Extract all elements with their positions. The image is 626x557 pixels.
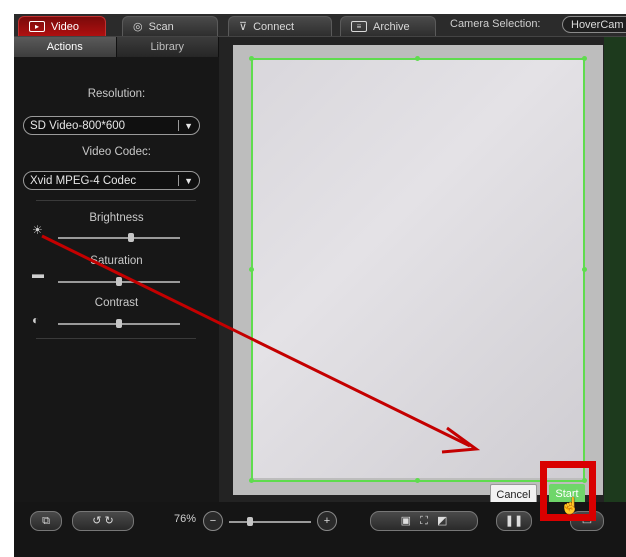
- crop-handle[interactable]: [249, 56, 254, 61]
- contrast-label: Contrast: [94, 297, 139, 309]
- tab-connect[interactable]: ⊽ Connect: [228, 16, 332, 36]
- camera-selection-dropdown[interactable]: HoverCam T: [562, 16, 626, 33]
- video-icon: ▸: [29, 21, 45, 32]
- top-tab-bar: ▸ Video ◎ Scan ⊽ Connect ≡ Archive Camer…: [14, 14, 626, 37]
- left-control-panel: Actions Library Resolution: SD Video-800…: [14, 37, 219, 502]
- actual-size-icon[interactable]: ▣: [401, 515, 411, 527]
- crop-handle[interactable]: [249, 267, 254, 272]
- crop-handle[interactable]: [249, 478, 254, 483]
- fullscreen-icon[interactable]: ◩: [437, 515, 447, 527]
- bottom-toolbar: ⧉ ↺ ↻ 76% − + ▣ ⛶ ◩ ❚❚ ▭: [14, 502, 626, 557]
- brightness-icon: ☀: [32, 223, 43, 237]
- subtab-library[interactable]: Library: [116, 37, 219, 57]
- contrast-slider-knob[interactable]: [116, 319, 122, 328]
- archive-icon: ≡: [351, 21, 367, 32]
- brightness-label: Brightness: [89, 212, 144, 224]
- brightness-slider[interactable]: [58, 233, 180, 242]
- saturation-slider[interactable]: [58, 277, 180, 286]
- tab-video[interactable]: ▸ Video: [18, 16, 106, 36]
- window-icon[interactable]: ⧉: [30, 511, 62, 531]
- divider: [36, 338, 196, 339]
- chevron-down-icon: ▼: [184, 121, 193, 131]
- video-codec-select[interactable]: Xvid MPEG-4 Codec ▼: [23, 171, 200, 190]
- camera-preview: Cancel Start: [219, 37, 626, 506]
- tab-video-label: Video: [51, 20, 79, 33]
- hand-cursor-icon: ☝: [560, 498, 580, 515]
- pause-button[interactable]: ❚❚: [496, 511, 532, 531]
- rotate-buttons[interactable]: ↺ ↻: [72, 511, 134, 531]
- crop-handle[interactable]: [415, 478, 420, 483]
- scan-icon: ◎: [133, 21, 143, 33]
- resolution-select[interactable]: SD Video-800*600 ▼: [23, 116, 200, 135]
- zoom-slider-knob[interactable]: [246, 517, 253, 526]
- zoom-level: 76%: [174, 513, 197, 525]
- zoom-slider[interactable]: [229, 517, 311, 526]
- crop-region[interactable]: [251, 58, 585, 482]
- contrast-icon: ◐: [32, 313, 40, 327]
- resolution-value: SD Video-800*600: [30, 120, 126, 132]
- zoom-in-icon[interactable]: +: [317, 511, 337, 531]
- rotate-right-icon[interactable]: ↻: [105, 515, 114, 527]
- crop-handle[interactable]: [582, 56, 587, 61]
- view-mode-buttons[interactable]: ▣ ⛶ ◩: [370, 511, 478, 531]
- zoom-out-icon[interactable]: −: [203, 511, 223, 531]
- brightness-slider-knob[interactable]: [128, 233, 135, 242]
- contrast-slider[interactable]: [58, 319, 180, 328]
- connect-icon: ⊽: [239, 21, 248, 33]
- chevron-down-icon: ▼: [184, 176, 193, 186]
- divider: [36, 200, 196, 201]
- camera-selection-label: Camera Selection:: [450, 18, 541, 30]
- rotate-left-icon[interactable]: ↺: [92, 515, 101, 527]
- fit-screen-icon[interactable]: ⛶: [420, 515, 428, 527]
- crop-handle[interactable]: [415, 56, 420, 61]
- pause-icon: ❚❚: [504, 515, 524, 527]
- tab-archive-label: Archive: [373, 20, 410, 33]
- crop-handle[interactable]: [582, 267, 587, 272]
- saturation-slider-knob[interactable]: [116, 277, 122, 286]
- tab-connect-label: Connect: [253, 20, 295, 33]
- tab-scan[interactable]: ◎ Scan: [122, 16, 218, 36]
- saturation-icon: ▬: [32, 267, 44, 281]
- subtab-actions[interactable]: Actions: [14, 37, 117, 57]
- saturation-label: Saturation: [90, 255, 143, 267]
- tab-scan-label: Scan: [148, 20, 174, 33]
- resolution-label: Resolution:: [87, 88, 146, 100]
- tab-archive[interactable]: ≡ Archive: [340, 16, 436, 36]
- preview-edge: [604, 37, 626, 502]
- video-codec-value: Xvid MPEG-4 Codec: [30, 175, 137, 187]
- video-codec-label: Video Codec:: [82, 146, 151, 158]
